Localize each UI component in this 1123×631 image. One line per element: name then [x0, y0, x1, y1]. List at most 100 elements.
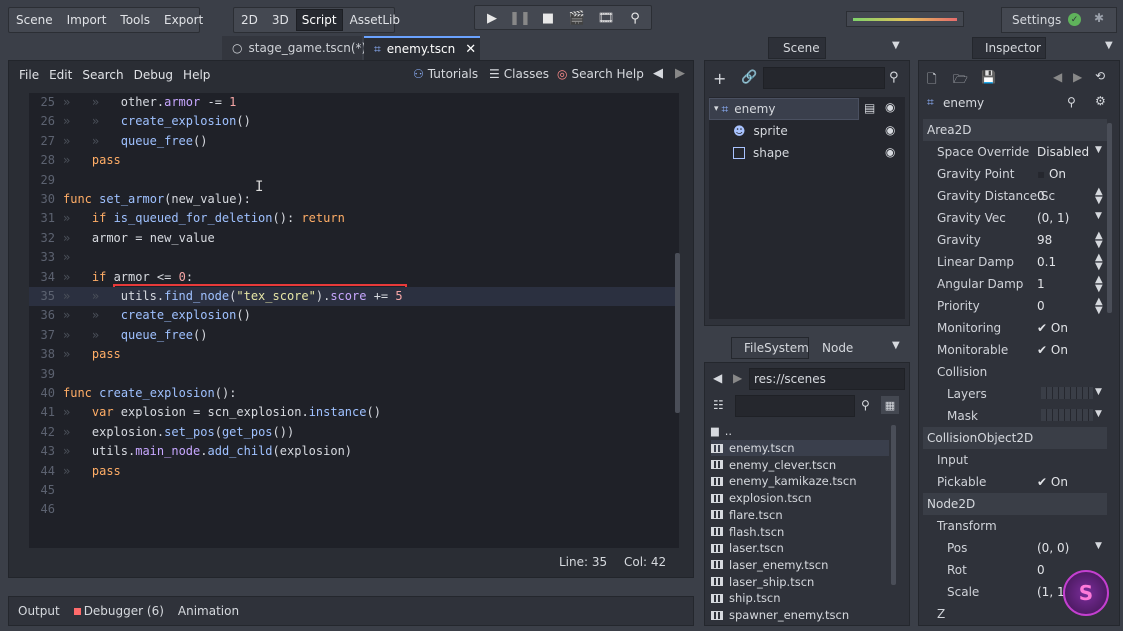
tab-enemy[interactable]: ⌗ enemy.tscn ✕: [364, 36, 480, 60]
search-help-link[interactable]: ◎ Search Help: [557, 67, 644, 81]
history-back-icon[interactable]: ◀: [1053, 70, 1062, 84]
property-row[interactable]: Gravity Point ▪ On: [919, 163, 1109, 185]
code-line[interactable]: 41 » var explosion = scn_explosion.instan…: [29, 403, 679, 422]
history-forward-icon[interactable]: ▶: [1073, 70, 1082, 84]
pause-icon[interactable]: ❚❚: [506, 6, 534, 30]
code-line[interactable]: 28 » pass: [29, 151, 679, 170]
property-row[interactable]: Monitoring ✔ On: [919, 317, 1109, 339]
property-row[interactable]: Monitorable ✔ On: [919, 339, 1109, 361]
property-row[interactable]: Mask ▼: [919, 405, 1109, 427]
dropdown-arrow-icon[interactable]: ▼: [1095, 145, 1102, 155]
tree-node-sprite[interactable]: ☻ sprite: [733, 120, 788, 142]
code-line[interactable]: 35 » » utils.find_node("tex_score").score…: [29, 287, 679, 307]
file-item[interactable]: laser_ship.tscn: [711, 573, 889, 590]
property-row[interactable]: Pos (0, 0) ▼: [919, 537, 1109, 559]
inspector-section[interactable]: CollisionObject2D: [923, 427, 1107, 449]
visibility-icon[interactable]: ◉: [885, 123, 895, 137]
classes-link[interactable]: ☰ Classes: [489, 67, 549, 81]
tab-node[interactable]: Node: [822, 341, 853, 355]
code-line[interactable]: 37 » » queue_free(): [29, 326, 679, 345]
menu-edit[interactable]: Edit: [49, 68, 72, 82]
visibility-icon[interactable]: ◉: [885, 145, 895, 159]
tab-animation[interactable]: Animation: [178, 604, 239, 618]
code-editor[interactable]: 25 » » other.armor -= 1 26 » » create_explo…: [29, 93, 679, 548]
code-line[interactable]: 27 » » queue_free(): [29, 132, 679, 151]
tab-inspector[interactable]: Inspector: [972, 37, 1046, 59]
file-item[interactable]: spawner_enemy.tscn: [711, 607, 889, 624]
code-line[interactable]: 46: [29, 500, 679, 519]
property-editor[interactable]: ✔ On: [1037, 475, 1068, 489]
property-editor[interactable]: Disabled: [1037, 145, 1089, 159]
property-row[interactable]: Gravity Distance Sc 0 ▲ ▼: [919, 185, 1109, 207]
dropdown-arrow-icon[interactable]: ▼: [1095, 211, 1102, 221]
tab-scene[interactable]: Scene: [768, 37, 826, 59]
property-row[interactable]: Space Override Disabled ▼: [919, 141, 1109, 163]
tab-filesystem[interactable]: FileSystem: [731, 337, 809, 359]
scene-dock-menu-icon[interactable]: ▼: [892, 40, 900, 51]
menu-scene[interactable]: Scene: [9, 13, 60, 27]
tree-toggle-icon[interactable]: ☷: [713, 398, 724, 412]
file-item[interactable]: enemy_clever.tscn: [711, 456, 889, 473]
checkbox-icon[interactable]: ✔: [1037, 475, 1051, 489]
object-history-icon[interactable]: ⟲: [1095, 69, 1105, 83]
menu-export[interactable]: Export: [157, 13, 210, 27]
play-custom-scene-icon[interactable]: 🎞: [592, 6, 620, 30]
property-row[interactable]: Priority 0 ▲ ▼: [919, 295, 1109, 317]
property-row[interactable]: Gravity 98 ▲ ▼: [919, 229, 1109, 251]
code-line[interactable]: 33 »: [29, 248, 679, 267]
file-item[interactable]: laser.tscn: [711, 540, 889, 557]
spinner-icon[interactable]: ▲ ▼: [1095, 231, 1103, 250]
inspector-menu-icon[interactable]: ▼: [1105, 40, 1113, 51]
code-line[interactable]: 39: [29, 365, 679, 384]
code-line[interactable]: 31 » if is_queued_for_deletion(): return: [29, 209, 679, 228]
layer-grid[interactable]: [1041, 409, 1093, 421]
code-line[interactable]: 44 » pass: [29, 462, 679, 481]
mode-script[interactable]: Script: [295, 9, 343, 31]
property-row[interactable]: Linear Damp 0.1 ▲ ▼: [919, 251, 1109, 273]
code-line[interactable]: 38 » pass: [29, 345, 679, 364]
link-icon[interactable]: 🔗: [741, 70, 757, 85]
remote-debug-icon[interactable]: ⚲: [621, 6, 649, 30]
gear-icon[interactable]: ⚙: [1095, 94, 1106, 108]
code-line[interactable]: 25 » » other.armor -= 1: [29, 93, 679, 112]
stop-icon[interactable]: ■: [534, 6, 562, 30]
menu-help[interactable]: Help: [183, 68, 210, 82]
play-scene-icon[interactable]: 🎬: [563, 6, 591, 30]
property-editor[interactable]: 98: [1037, 233, 1052, 247]
new-resource-icon[interactable]: 🗋: [927, 70, 937, 91]
forward-icon[interactable]: ▶: [733, 371, 742, 385]
code-line[interactable]: 40 func create_explosion():: [29, 384, 679, 403]
spinner-icon[interactable]: ▲ ▼: [1095, 253, 1103, 272]
dropdown-arrow-icon[interactable]: ▼: [1095, 541, 1102, 551]
inspector-section[interactable]: Node2D: [923, 493, 1107, 515]
code-line[interactable]: 36 » » create_explosion(): [29, 306, 679, 325]
code-line[interactable]: 45: [29, 481, 679, 500]
fs-filter-input[interactable]: [735, 395, 855, 417]
file-item[interactable]: enemy.tscn: [711, 439, 889, 457]
code-line[interactable]: 43 » utils.main_node.add_child(explosion): [29, 442, 679, 461]
property-editor[interactable]: 0: [1037, 189, 1045, 203]
property-editor[interactable]: (0, 1): [1037, 211, 1069, 225]
tutorials-link[interactable]: ⚇ Tutorials: [413, 67, 478, 81]
layer-grid[interactable]: [1041, 387, 1093, 399]
checkbox-icon[interactable]: ✔: [1037, 343, 1051, 357]
checkbox-icon[interactable]: ▪: [1037, 167, 1049, 181]
fs-dock-menu-icon[interactable]: ▼: [892, 340, 900, 351]
settings-button[interactable]: Settings ✓ ✱: [1001, 7, 1117, 33]
property-editor[interactable]: ✔ On: [1037, 343, 1068, 357]
mode-assetlib[interactable]: AssetLib: [343, 13, 407, 27]
property-editor[interactable]: ▪ On: [1037, 167, 1066, 181]
add-node-icon[interactable]: +: [713, 69, 726, 88]
file-item[interactable]: ship.tscn: [711, 590, 889, 607]
dropdown-arrow-icon[interactable]: ▼: [1095, 387, 1102, 397]
code-line[interactable]: 30 func set_armor(new_value):: [29, 190, 679, 209]
load-resource-icon[interactable]: 🗁: [953, 70, 968, 91]
property-row[interactable]: Gravity Vec (0, 1) ▼: [919, 207, 1109, 229]
code-line[interactable]: 34 » if armor <= 0:: [29, 268, 679, 287]
tab-debugger[interactable]: Debugger (6): [84, 604, 164, 618]
back-icon[interactable]: ◀: [713, 371, 722, 385]
code-line[interactable]: 29: [29, 171, 679, 190]
file-item[interactable]: flash.tscn: [711, 523, 889, 540]
code-scrollbar[interactable]: [675, 253, 680, 413]
code-line[interactable]: 42 » explosion.set_pos(get_pos()): [29, 423, 679, 442]
